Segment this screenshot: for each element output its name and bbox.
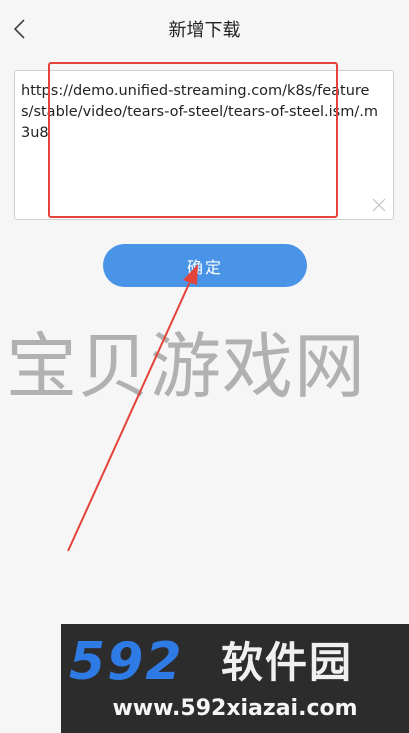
- close-icon[interactable]: [372, 198, 386, 212]
- annotation-highlight-box: [48, 62, 338, 218]
- confirm-button[interactable]: 确定: [103, 244, 307, 287]
- banner-name: 软件园: [221, 638, 354, 687]
- page-title: 新增下载: [168, 20, 241, 41]
- banner-number: 592: [69, 632, 184, 692]
- banner-url: www.592xiazai.com: [112, 696, 358, 721]
- site-banner: 592 软件园 www.592xiazai.com: [61, 624, 409, 733]
- watermark-text: 宝贝游戏网: [6, 325, 367, 408]
- header: 新增下载: [0, 0, 409, 58]
